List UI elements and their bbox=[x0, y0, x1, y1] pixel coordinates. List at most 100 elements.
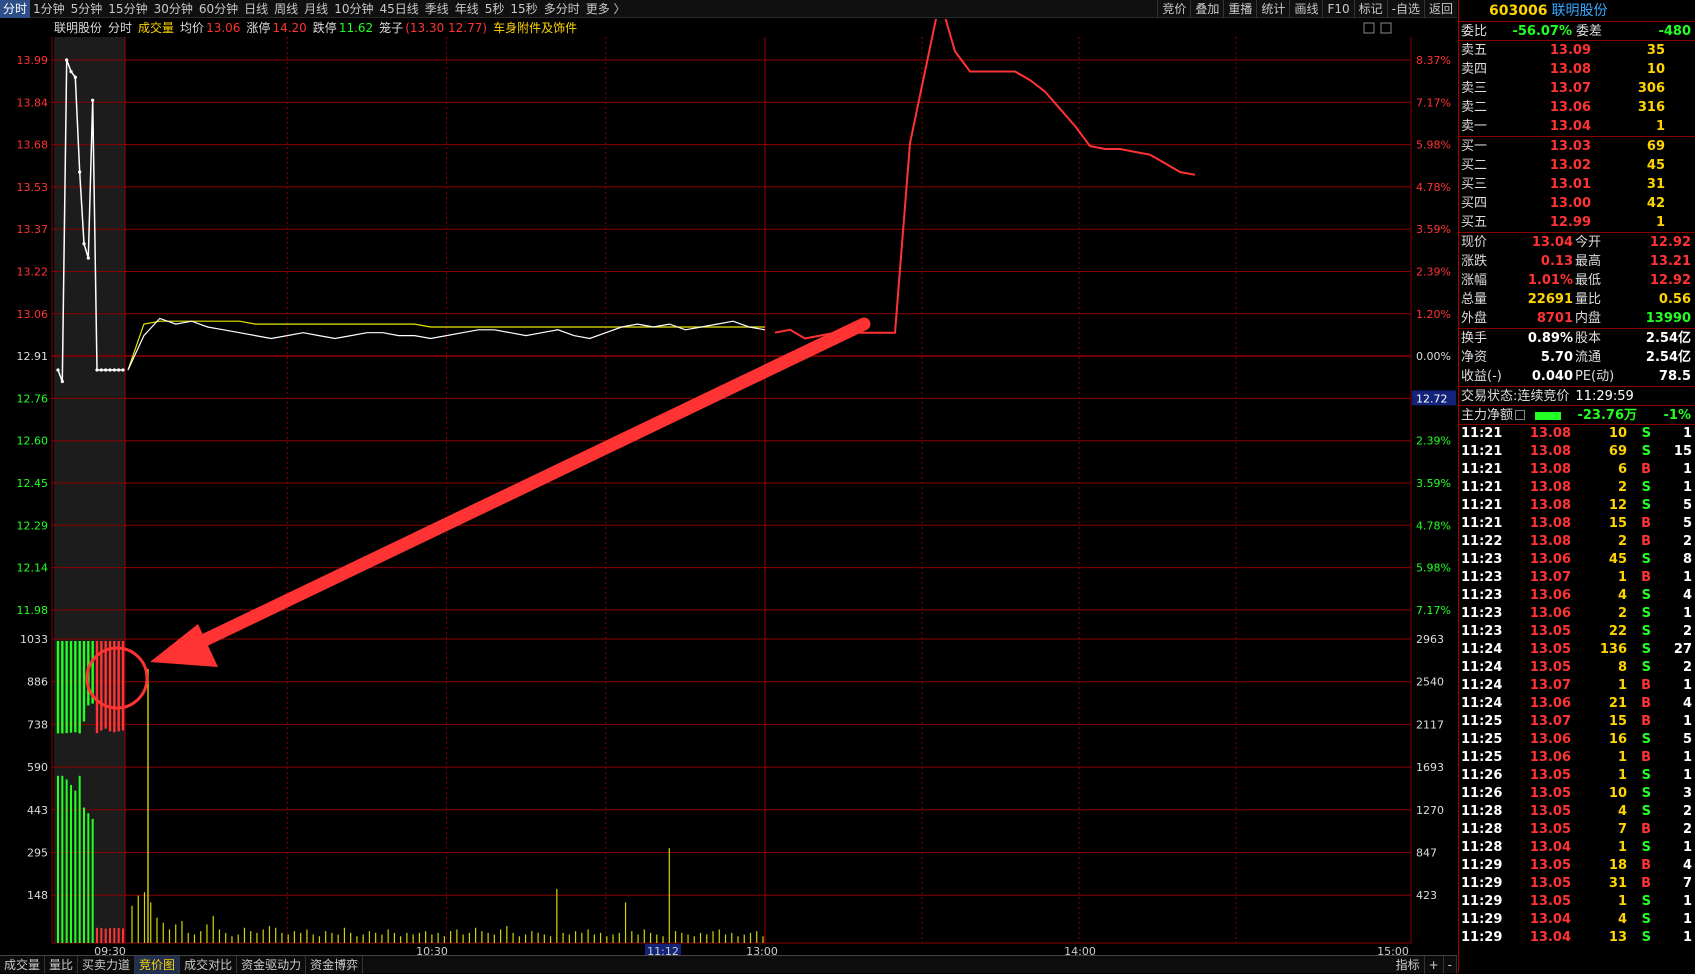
info-icon[interactable] bbox=[1515, 410, 1526, 420]
bid-row[interactable]: 买三 13.01 31 bbox=[1459, 175, 1695, 194]
period-tab-9[interactable]: 10分钟 bbox=[331, 0, 376, 18]
bid-row[interactable]: 买二 13.02 45 bbox=[1459, 156, 1695, 175]
toolbar-button-7[interactable]: -自选 bbox=[1386, 0, 1424, 18]
period-tab-7[interactable]: 周线 bbox=[271, 0, 301, 18]
tick-row[interactable]: 11:21 13.08 6 B 1 bbox=[1459, 461, 1695, 479]
indicator-tab-3[interactable]: 竞价图 bbox=[135, 955, 181, 974]
stat-label: 涨幅 bbox=[1461, 273, 1488, 288]
tick-row[interactable]: 11:28 13.05 7 B 2 bbox=[1459, 821, 1695, 839]
indicator-tab-0[interactable]: 成交量 bbox=[0, 955, 46, 974]
toolbar-button-1[interactable]: 叠加 bbox=[1190, 0, 1223, 18]
tick-row[interactable]: 11:29 13.04 13 S 1 bbox=[1459, 929, 1695, 947]
tick-row[interactable]: 11:29 13.04 4 S 1 bbox=[1459, 911, 1695, 929]
tick-row[interactable]: 11:26 13.05 1 S 1 bbox=[1459, 767, 1695, 785]
tick-row[interactable]: 11:23 13.06 2 S 1 bbox=[1459, 605, 1695, 623]
price-tick-label: 13.22 bbox=[17, 266, 49, 279]
period-tab-13[interactable]: 5秒 bbox=[482, 0, 508, 18]
stat-value: 1.01% bbox=[1527, 273, 1573, 288]
tick-time: 11:24 bbox=[1461, 642, 1503, 657]
tick-row[interactable]: 11:25 13.06 16 S 5 bbox=[1459, 731, 1695, 749]
ask-row[interactable]: 卖三 13.07 306 bbox=[1459, 79, 1695, 98]
auction-ratio-bar bbox=[57, 775, 59, 943]
tick-row[interactable]: 11:26 13.05 10 S 3 bbox=[1459, 785, 1695, 803]
period-tab-14[interactable]: 15秒 bbox=[507, 0, 540, 18]
tick-row[interactable]: 11:28 13.05 4 S 2 bbox=[1459, 803, 1695, 821]
ask-row[interactable]: 卖二 13.06 316 bbox=[1459, 98, 1695, 117]
bid-row[interactable]: 买一 13.03 69 bbox=[1459, 137, 1695, 156]
bid-row[interactable]: 买五 12.99 1 bbox=[1459, 213, 1695, 232]
bid-row[interactable]: 买四 13.00 42 bbox=[1459, 194, 1695, 213]
period-tab-16[interactable]: 更多 〉 bbox=[583, 0, 629, 18]
period-tab-6[interactable]: 日线 bbox=[241, 0, 271, 18]
toolbar-button-2[interactable]: 重播 bbox=[1223, 0, 1256, 18]
tick-row[interactable]: 11:25 13.06 1 B 1 bbox=[1459, 749, 1695, 767]
tick-row[interactable]: 11:29 13.05 31 B 7 bbox=[1459, 875, 1695, 893]
bottom-button-2[interactable]: - bbox=[1444, 955, 1457, 974]
level-volume: 10 bbox=[1646, 62, 1665, 77]
toolbar-button-3[interactable]: 统计 bbox=[1256, 0, 1289, 18]
tick-row[interactable]: 11:23 13.06 4 S 4 bbox=[1459, 587, 1695, 605]
auction-ratio-bar bbox=[113, 927, 116, 943]
level-price: 13.00 bbox=[1549, 196, 1591, 211]
level-price: 13.07 bbox=[1549, 81, 1591, 96]
ask-row[interactable]: 卖四 13.08 10 bbox=[1459, 60, 1695, 79]
tick-row[interactable]: 11:21 13.08 15 B 5 bbox=[1459, 515, 1695, 533]
period-tab-2[interactable]: 5分钟 bbox=[68, 0, 106, 18]
period-tab-8[interactable]: 月线 bbox=[301, 0, 331, 18]
pct-tick-label: 7.17% bbox=[1416, 604, 1451, 617]
tick-row[interactable]: 11:21 13.08 69 S 15 bbox=[1459, 443, 1695, 461]
tick-row[interactable]: 11:21 13.08 2 S 1 bbox=[1459, 479, 1695, 497]
indicator-tab-1[interactable]: 量比 bbox=[45, 955, 79, 974]
period-tab-4[interactable]: 30分钟 bbox=[151, 0, 196, 18]
tick-row[interactable]: 11:24 13.05 136 S 27 bbox=[1459, 641, 1695, 659]
period-tab-3[interactable]: 15分钟 bbox=[105, 0, 150, 18]
ask-row[interactable]: 卖一 13.04 1 bbox=[1459, 117, 1695, 136]
period-tab-15[interactable]: 多分时 bbox=[541, 0, 583, 18]
tick-row[interactable]: 11:23 13.07 1 B 1 bbox=[1459, 569, 1695, 587]
tick-row[interactable]: 11:21 13.08 10 S 1 bbox=[1459, 425, 1695, 443]
settings-icon[interactable] bbox=[1363, 22, 1375, 34]
annotation-arrow-head bbox=[150, 624, 218, 667]
bottom-button-0[interactable]: 指标 bbox=[1392, 955, 1425, 974]
indicator-tab-4[interactable]: 成交对比 bbox=[180, 955, 238, 974]
auction-point bbox=[86, 256, 90, 260]
tick-row[interactable]: 11:21 13.08 12 S 5 bbox=[1459, 497, 1695, 515]
auction-volume-bar bbox=[104, 641, 107, 729]
period-tab-10[interactable]: 45日线 bbox=[376, 0, 421, 18]
bottom-button-1[interactable]: + bbox=[1425, 955, 1444, 974]
tick-count: 7 bbox=[1682, 876, 1692, 891]
tick-row[interactable]: 11:24 13.06 21 B 4 bbox=[1459, 695, 1695, 713]
tick-row[interactable]: 11:29 13.05 1 S 1 bbox=[1459, 893, 1695, 911]
tick-volume: 15 bbox=[1608, 516, 1627, 531]
period-tab-11[interactable]: 季线 bbox=[422, 0, 452, 18]
period-tab-12[interactable]: 年线 bbox=[452, 0, 482, 18]
indicator-tab-5[interactable]: 资金驱动力 bbox=[237, 955, 307, 974]
tick-row[interactable]: 11:22 13.08 2 B 2 bbox=[1459, 533, 1695, 551]
tick-volume: 10 bbox=[1608, 786, 1627, 801]
tick-row[interactable]: 11:24 13.07 1 B 1 bbox=[1459, 677, 1695, 695]
indicator-tab-2[interactable]: 买卖力道 bbox=[78, 955, 136, 974]
period-tab-5[interactable]: 60分钟 bbox=[196, 0, 241, 18]
tick-row[interactable]: 11:23 13.05 22 S 2 bbox=[1459, 623, 1695, 641]
period-tab-1[interactable]: 1分钟 bbox=[30, 0, 68, 18]
tick-list[interactable]: 11:21 13.08 10 S 1 11:21 13.08 69 S 15 11:21 13.08 6… bbox=[1459, 425, 1695, 947]
toolbar-button-4[interactable]: 画线 bbox=[1289, 0, 1322, 18]
tick-price: 13.08 bbox=[1529, 426, 1571, 441]
toolbar-button-6[interactable]: 标记 bbox=[1353, 0, 1387, 18]
toolbar-button-0[interactable]: 竞价 bbox=[1157, 0, 1190, 18]
ask-row[interactable]: 卖五 13.09 35 bbox=[1459, 41, 1695, 60]
toolbar-button-5[interactable]: F10 bbox=[1322, 0, 1353, 18]
auction-volume-bar bbox=[65, 641, 68, 734]
tick-row[interactable]: 11:23 13.06 45 S 8 bbox=[1459, 551, 1695, 569]
tick-row[interactable]: 11:24 13.05 8 S 2 bbox=[1459, 659, 1695, 677]
tick-row[interactable]: 11:29 13.05 18 B 4 bbox=[1459, 857, 1695, 875]
toolbar-button-8[interactable]: 返回 bbox=[1423, 0, 1457, 18]
tick-row[interactable]: 11:28 13.04 1 S 1 bbox=[1459, 839, 1695, 857]
tick-row[interactable]: 11:25 13.07 15 B 1 bbox=[1459, 713, 1695, 731]
tick-price: 13.08 bbox=[1529, 462, 1571, 477]
indicator-tab-6[interactable]: 资金博弈 bbox=[306, 955, 364, 974]
intraday-chart[interactable]: 联明股份 分时 成交量 均价 13.06 涨停 14.20 跌停 11.62 笼子 (13.30 1… bbox=[0, 19, 1457, 955]
period-tab-0[interactable]: 分时 bbox=[0, 0, 31, 18]
expand-icon[interactable] bbox=[1380, 22, 1392, 34]
auction-ratio-bar bbox=[61, 775, 64, 943]
